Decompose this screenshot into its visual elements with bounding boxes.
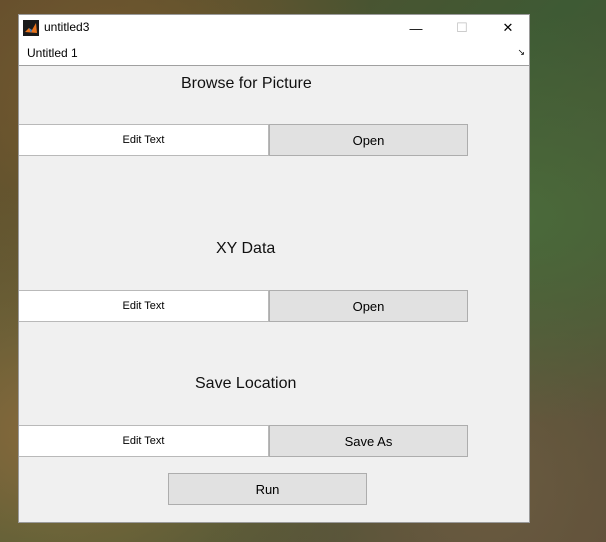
browse-heading: Browse for Picture [181, 75, 312, 92]
close-button[interactable]: ✕ [485, 15, 531, 41]
figure-name: Untitled 1 [27, 46, 78, 60]
xy-data-heading: XY Data [216, 240, 276, 257]
dock-icon[interactable]: ↘ [517, 47, 525, 58]
title-bar[interactable]: untitled3 — ☐ ✕ [19, 15, 529, 41]
app-window: untitled3 — ☐ ✕ Untitled 1 ↘ Browse for … [18, 14, 530, 523]
maximize-button[interactable]: ☐ [439, 15, 485, 41]
xy-data-path-field[interactable]: Edit Text [19, 290, 269, 322]
open-xy-data-button[interactable]: Open [269, 290, 468, 322]
open-picture-button[interactable]: Open [269, 124, 468, 156]
minimize-button[interactable]: — [393, 15, 439, 41]
window-title: untitled3 [44, 20, 90, 34]
matlab-icon [23, 20, 39, 36]
run-button[interactable]: Run [168, 473, 367, 505]
menu-bar: Untitled 1 ↘ [19, 41, 529, 66]
picture-path-field[interactable]: Edit Text [19, 124, 269, 156]
save-as-button[interactable]: Save As [269, 425, 468, 457]
save-location-field[interactable]: Edit Text [19, 425, 269, 457]
save-location-heading: Save Location [195, 375, 297, 392]
